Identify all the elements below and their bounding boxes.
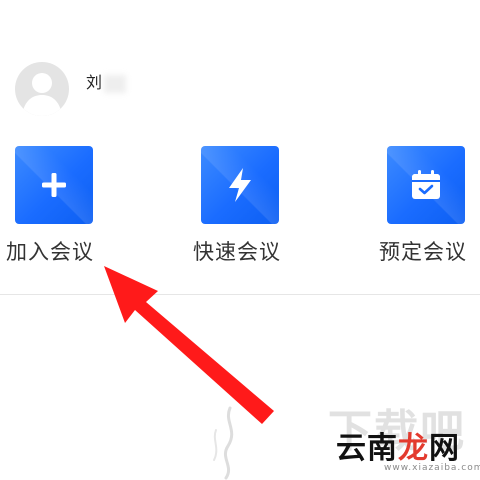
- watermark-brand-accent: 龙: [398, 431, 429, 466]
- join-meeting-label: 加入会议: [6, 240, 94, 264]
- default-avatar-icon: [22, 73, 62, 116]
- background-sketch: [213, 406, 234, 480]
- watermark-brand-suffix: 网: [429, 431, 460, 466]
- section-divider: [0, 294, 480, 295]
- join-meeting-button[interactable]: [15, 146, 93, 224]
- watermark-brand: 云南龙网: [336, 432, 460, 466]
- watermark-url: www.xiazaiba.com: [384, 463, 480, 473]
- quick-meeting-button[interactable]: [201, 146, 279, 224]
- plus-icon: [42, 173, 66, 197]
- quick-meeting-label: 快速会议: [193, 240, 281, 264]
- avatar[interactable]: [15, 62, 69, 116]
- meeting-home-screen: 刘 加入会议 快速会议 预定会议 下载吧 云南龙网 www.xiazaiba.c…: [0, 0, 480, 480]
- schedule-meeting-button[interactable]: [387, 146, 465, 224]
- lightning-icon: [229, 168, 251, 202]
- watermark-brand-prefix: 云南: [336, 431, 398, 466]
- redacted-name-blur: [104, 75, 126, 93]
- calendar-check-icon: [412, 170, 440, 199]
- user-name: 刘: [86, 73, 103, 92]
- schedule-meeting-label: 预定会议: [379, 240, 467, 264]
